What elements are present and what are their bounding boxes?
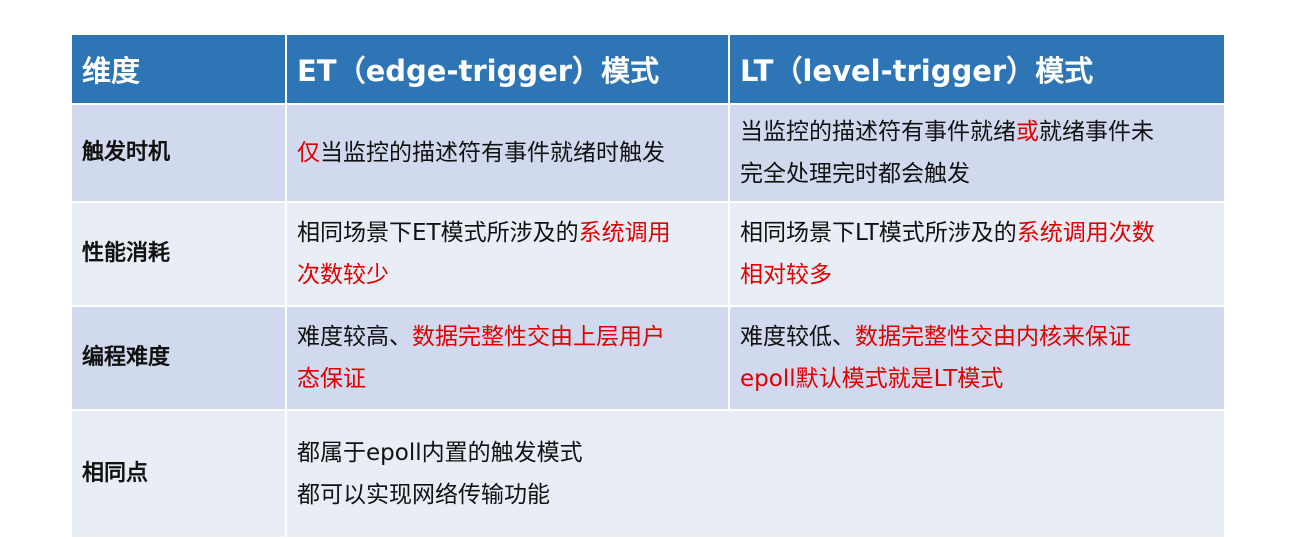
cell-text: 都属于epoll内置的触发模式	[297, 440, 583, 466]
cell-lt-performance: 相同场景下LT模式所涉及的系统调用次数 相对较多	[729, 202, 1224, 307]
highlight-text: 系统调用	[578, 220, 671, 246]
highlight-text: epoll默认模式就是LT模式	[740, 366, 1004, 392]
cell-text: 相同场景下LT模式所涉及的	[740, 220, 1017, 246]
table-row: 触发时机 仅当监控的描述符有事件就绪时触发 当监控的描述符有事件就绪或就绪事件未…	[72, 104, 1224, 203]
cell-text: 难度较高、	[297, 324, 412, 350]
cell-text: 难度较低、	[740, 324, 855, 350]
cell-et-difficulty: 难度较高、数据完整性交由上层用户 态保证	[286, 306, 730, 411]
highlight-text: 次数较少	[297, 262, 389, 288]
row-label-difficulty: 编程难度	[72, 306, 287, 411]
table-row: 相同点 都属于epoll内置的触发模式 都可以实现网络传输功能	[72, 410, 1224, 539]
header-et-mode: ET（edge-trigger）模式	[286, 35, 730, 105]
cell-et-trigger-timing: 仅当监控的描述符有事件就绪时触发	[286, 104, 730, 203]
cell-common: 都属于epoll内置的触发模式 都可以实现网络传输功能	[286, 410, 1224, 539]
cell-text: 都可以实现网络传输功能	[297, 482, 550, 508]
cell-text: 相同场景下ET模式所涉及的	[297, 220, 579, 246]
cell-text: 当监控的描述符有事件就绪时触发	[320, 140, 665, 166]
cell-et-performance: 相同场景下ET模式所涉及的系统调用 次数较少	[286, 202, 730, 307]
cell-text: 就绪事件未	[1039, 119, 1154, 145]
header-dimension: 维度	[72, 35, 287, 105]
highlight-text: 仅	[297, 140, 320, 166]
cell-text: 完全处理完时都会触发	[740, 161, 970, 187]
highlight-text: 系统调用次数	[1016, 220, 1155, 246]
row-label-trigger-timing: 触发时机	[72, 104, 287, 203]
table-header-row: 维度 ET（edge-trigger）模式 LT（level-trigger）模…	[72, 35, 1224, 105]
highlight-text: 或	[1016, 119, 1039, 145]
highlight-text: 态保证	[297, 366, 366, 392]
comparison-table: 维度 ET（edge-trigger）模式 LT（level-trigger）模…	[72, 35, 1224, 539]
row-label-performance: 性能消耗	[72, 202, 287, 307]
row-label-common: 相同点	[72, 410, 287, 539]
highlight-text: 数据完整性交由上层用户	[412, 324, 665, 350]
table-row: 编程难度 难度较高、数据完整性交由上层用户 态保证 难度较低、数据完整性交由内核…	[72, 306, 1224, 411]
cell-text: 当监控的描述符有事件就绪	[740, 119, 1016, 145]
header-lt-mode: LT（level-trigger）模式	[729, 35, 1224, 105]
cell-lt-trigger-timing: 当监控的描述符有事件就绪或就绪事件未 完全处理完时都会触发	[729, 104, 1224, 203]
highlight-text: 数据完整性交由内核来保证	[855, 324, 1131, 350]
cell-lt-difficulty: 难度较低、数据完整性交由内核来保证 epoll默认模式就是LT模式	[729, 306, 1224, 411]
table-row: 性能消耗 相同场景下ET模式所涉及的系统调用 次数较少 相同场景下LT模式所涉及…	[72, 202, 1224, 307]
highlight-text: 相对较多	[740, 262, 832, 288]
